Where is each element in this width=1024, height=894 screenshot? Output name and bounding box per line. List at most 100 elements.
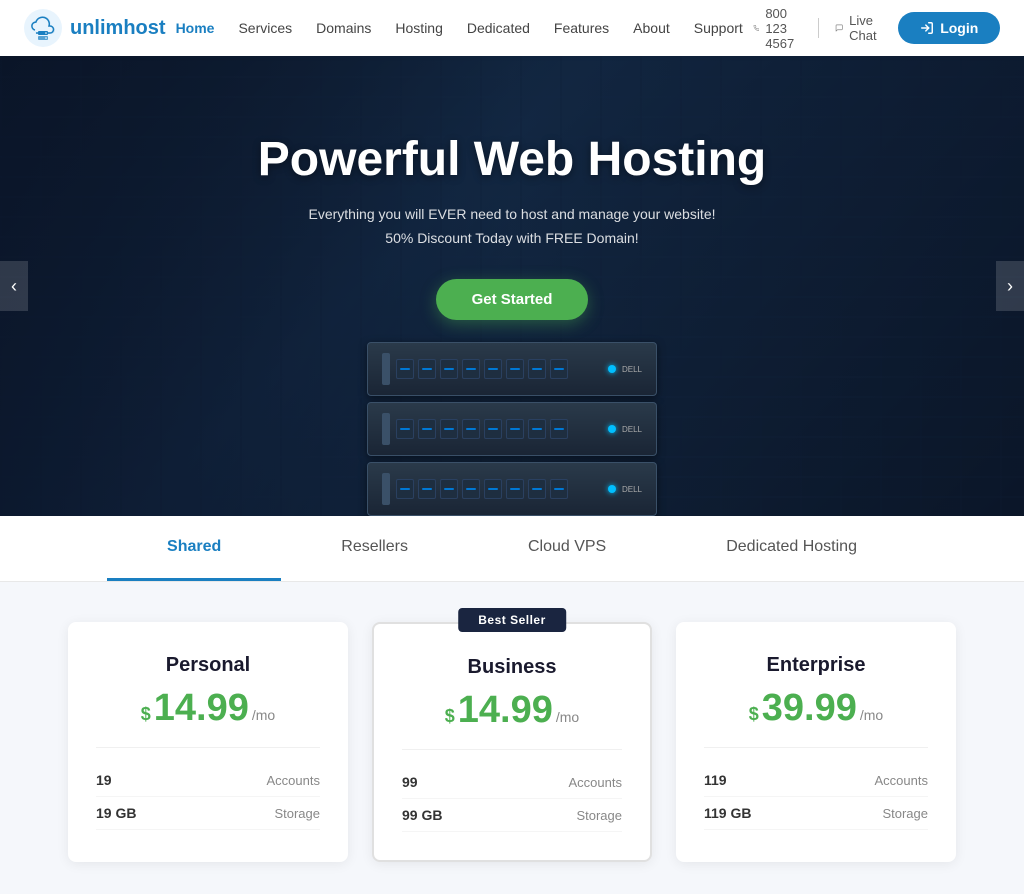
nav-domains[interactable]: Domains [306,14,381,42]
price-period-enterprise: /mo [860,707,883,723]
plan-features-personal: 19 Accounts 19 GB Storage [96,747,320,830]
prev-arrow-icon: ‹ [11,276,17,297]
price-row-enterprise: $ 39.99 /mo [704,689,928,727]
server-light [608,365,616,373]
server-drive [396,479,414,499]
server-drive [528,419,546,439]
server-illustration: DELL DELL [367,342,657,516]
logo-text: unlimhost [70,17,166,40]
pricing-section: Personal $ 14.99 /mo 19 Accounts 19 GB S… [0,582,1024,894]
server-drive [506,479,524,499]
feature-storage-label: Storage [274,806,320,821]
server-drive [506,419,524,439]
plan-name-personal: Personal [96,654,320,677]
server-light [608,485,616,493]
login-label: Login [940,20,978,36]
live-chat-link[interactable]: Live Chat [835,13,882,43]
tab-cloud-vps[interactable]: Cloud VPS [468,516,666,581]
server-drive [440,419,458,439]
server-drive [462,419,480,439]
logo[interactable]: unlimhost [24,9,166,47]
plan-features-enterprise: 119 Accounts 119 GB Storage [704,747,928,830]
price-dollar-personal: $ [141,704,151,725]
nav-about[interactable]: About [623,14,680,42]
server-drive [462,359,480,379]
phone-icon [753,21,760,35]
server-brand: DELL [622,485,642,494]
hero-subtitle: Everything you will EVER need to host an… [258,203,766,251]
feature-resold-value-e: 119 [704,772,727,788]
server-drive [550,359,568,379]
plan-features-business: 99 Accounts 99 GB Storage [402,749,622,832]
feature-resold-label: Accounts [267,773,320,788]
server-handle [382,353,390,385]
price-amount-business: 14.99 [458,691,553,729]
price-amount-enterprise: 39.99 [762,689,857,727]
server-unit-2: DELL [367,402,657,456]
server-handle [382,413,390,445]
server-drive [396,419,414,439]
nav-hosting[interactable]: Hosting [385,14,452,42]
pricing-cards: Personal $ 14.99 /mo 19 Accounts 19 GB S… [40,622,984,862]
hero-subtitle-line2: 50% Discount Today with FREE Domain! [385,230,638,246]
server-drive [528,359,546,379]
price-row-business: $ 14.99 /mo [402,691,622,729]
server-drive [484,479,502,499]
server-drive [440,359,458,379]
tab-dedicated-hosting[interactable]: Dedicated Hosting [666,516,917,581]
server-drives [396,419,602,439]
logo-icon [24,9,62,47]
header-right: 800 123 4567 Live Chat Login [753,6,1000,51]
feature-resold-value-b: 99 [402,774,418,790]
get-started-button[interactable]: Get Started [436,279,589,320]
server-drive [418,419,436,439]
login-icon [920,21,934,35]
server-drive [550,419,568,439]
server-drive [418,359,436,379]
login-button[interactable]: Login [898,12,1000,44]
feature-storage-business: 99 GB Storage [402,799,622,832]
nav-features[interactable]: Features [544,14,619,42]
feature-resold-label-b: Accounts [569,775,622,790]
hero-prev-button[interactable]: ‹ [0,261,28,311]
plan-name-enterprise: Enterprise [704,654,928,677]
nav-home[interactable]: Home [166,14,225,42]
hero-subtitle-line1: Everything you will EVER need to host an… [308,206,715,222]
chat-icon [835,21,843,35]
nav-support[interactable]: Support [684,14,753,42]
get-started-label: Get Started [472,291,553,308]
tab-resellers[interactable]: Resellers [281,516,468,581]
server-light [608,425,616,433]
server-unit-1: DELL [367,342,657,396]
hero-title: Powerful Web Hosting [258,132,766,187]
tabs-container: Shared Resellers Cloud VPS Dedicated Hos… [0,516,1024,581]
server-drives [396,479,602,499]
next-arrow-icon: › [1007,276,1013,297]
tab-shared[interactable]: Shared [107,516,281,581]
server-handle [382,473,390,505]
server-drive [440,479,458,499]
server-brand: DELL [622,365,642,374]
server-drive [462,479,480,499]
nav-services[interactable]: Services [228,14,302,42]
feature-resold-personal: 19 Accounts [96,764,320,797]
feature-resold-enterprise: 119 Accounts [704,764,928,797]
nav-dedicated[interactable]: Dedicated [457,14,540,42]
price-dollar-enterprise: $ [749,704,759,725]
header: unlimhost Home Services Domains Hosting … [0,0,1024,56]
feature-storage-label-e: Storage [882,806,928,821]
hero-next-button[interactable]: › [996,261,1024,311]
feature-storage-label-b: Storage [576,808,622,823]
feature-storage-value: 19 GB [96,805,136,821]
price-period-business: /mo [556,709,579,725]
feature-resold-business: 99 Accounts [402,766,622,799]
live-chat-label: Live Chat [849,13,882,43]
server-drive [396,359,414,379]
tabs-section: Shared Resellers Cloud VPS Dedicated Hos… [0,516,1024,582]
best-seller-badge: Best Seller [458,608,566,632]
server-brand: DELL [622,425,642,434]
feature-storage-enterprise: 119 GB Storage [704,797,928,830]
hero-section: ‹ Powerful Web Hosting Everything you wi… [0,56,1024,516]
phone-link[interactable]: 800 123 4567 [753,6,802,51]
price-period-personal: /mo [252,707,275,723]
